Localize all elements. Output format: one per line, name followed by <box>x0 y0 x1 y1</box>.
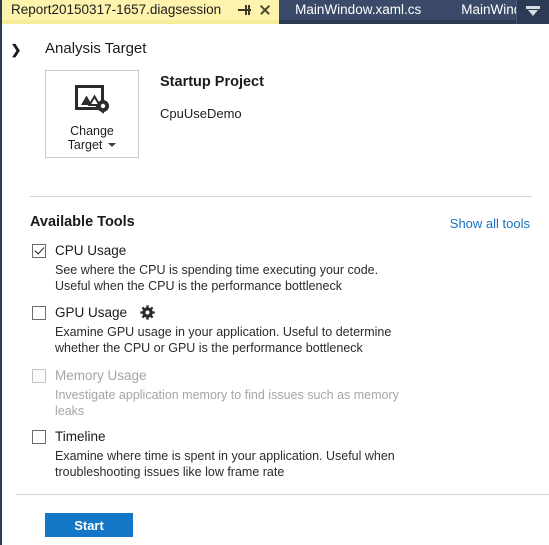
change-target-button[interactable]: Change Target <box>45 70 139 158</box>
tab-overflow-button[interactable] <box>516 0 549 24</box>
analysis-target-row: Change Target Startup Project CpuUseDemo <box>45 70 264 158</box>
change-target-line2: Target <box>67 138 103 152</box>
show-all-tools-link[interactable]: Show all tools <box>450 216 530 231</box>
checkbox-memory-usage <box>32 368 46 383</box>
chevron-down-icon[interactable] <box>108 143 117 147</box>
tool-description-timeline: Examine where time is spent in your appl… <box>55 449 395 479</box>
tool-gpu-usage: GPU Usage Examine GPU usage in your appl… <box>32 305 532 356</box>
close-icon[interactable] <box>257 2 273 18</box>
tool-description-gpu-usage: Examine GPU usage in your application. U… <box>55 325 392 355</box>
startup-project-info: Startup Project CpuUseDemo <box>160 70 264 121</box>
tool-label-memory-usage: Memory Usage <box>55 368 147 383</box>
tool-cpu-usage: CPU Usage See where the CPU is spending … <box>32 243 532 294</box>
gear-icon[interactable] <box>140 305 155 320</box>
divider-top <box>30 196 532 197</box>
tab-mainwindow-xaml-cs[interactable]: MainWindow.xaml.cs <box>279 0 448 20</box>
tool-timeline: Timeline Examine where time is spent in … <box>32 429 532 480</box>
tab-label-active: Report20150317-1657.diagsession <box>11 2 222 18</box>
tab-label-mainwindow-xaml-cs: MainWindow.xaml.cs <box>295 2 422 18</box>
tool-label-gpu-usage: GPU Usage <box>55 305 128 320</box>
checkbox-timeline[interactable] <box>32 429 46 444</box>
tool-description-cpu-usage: See where the CPU is spending time execu… <box>55 263 379 293</box>
start-button[interactable]: Start <box>45 513 133 537</box>
tool-description-memory-usage: Investigate application memory to find i… <box>55 388 399 418</box>
tab-strip: Report20150317-1657.diagsession MainWind… <box>2 0 549 24</box>
startup-project-heading: Startup Project <box>160 74 264 90</box>
content-area: ❯ Analysis Target Change Target Startup … <box>2 24 549 545</box>
tool-label-cpu-usage: CPU Usage <box>55 243 127 258</box>
chevron-right-icon[interactable]: ❯ <box>7 41 25 59</box>
tool-memory-usage: Memory Usage Investigate application mem… <box>32 368 532 419</box>
checkbox-gpu-usage[interactable] <box>32 305 46 320</box>
pin-icon[interactable] <box>237 3 253 17</box>
change-target-caption: Change Target <box>68 124 117 152</box>
startup-project-value: CpuUseDemo <box>160 106 242 121</box>
checkbox-cpu-usage[interactable] <box>32 243 46 258</box>
change-target-line1: Change <box>70 124 114 138</box>
tab-overflow-chevron-icon <box>526 6 540 18</box>
diagnostics-session-page: Report20150317-1657.diagsession MainWind… <box>0 0 549 545</box>
divider-bottom <box>16 494 549 495</box>
analysis-target-title: Analysis Target <box>45 40 147 57</box>
tool-label-timeline: Timeline <box>55 429 106 444</box>
tab-report-diagsession[interactable]: Report20150317-1657.diagsession <box>2 0 280 24</box>
available-tools-heading: Available Tools <box>30 214 135 230</box>
image-settings-icon <box>75 85 111 115</box>
